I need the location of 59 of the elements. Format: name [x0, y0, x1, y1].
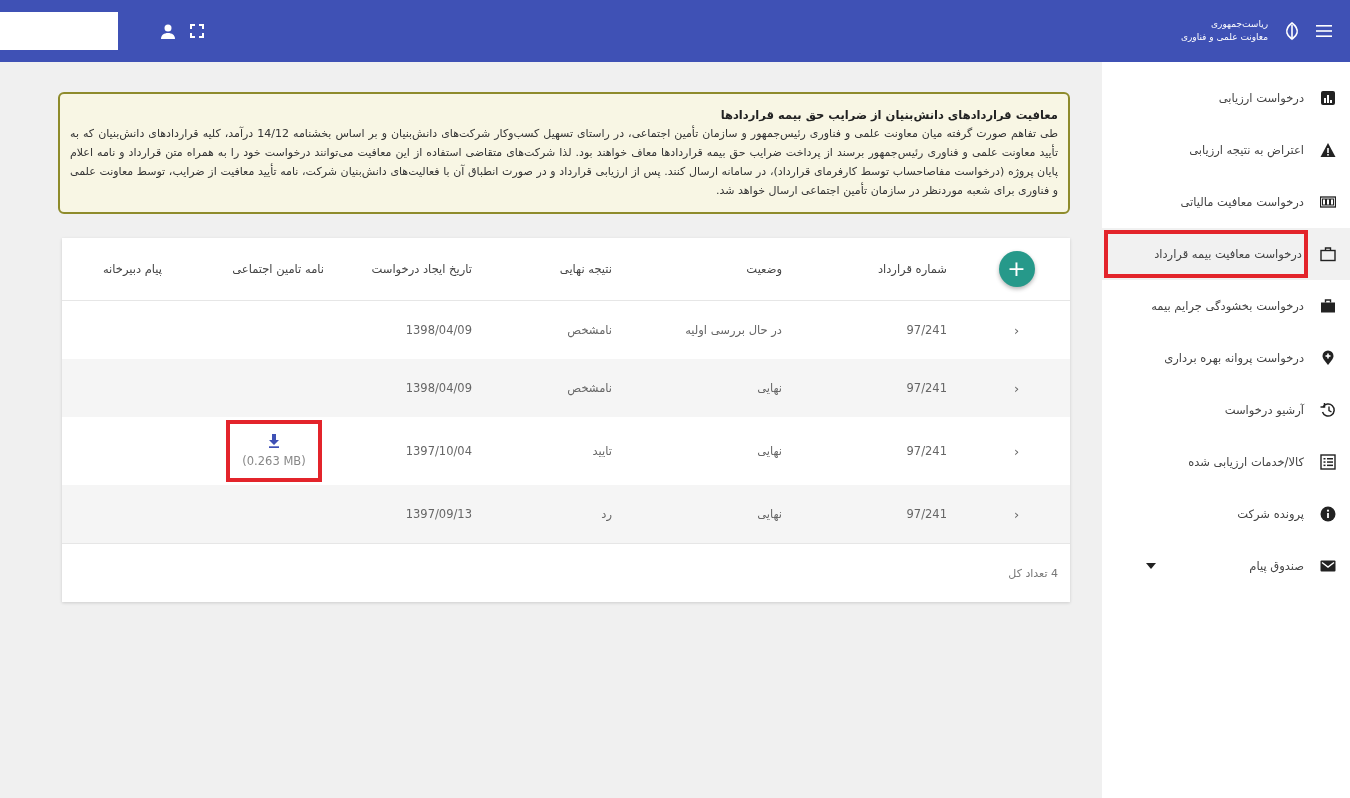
table-cell: 1397/10/04 [405, 444, 472, 458]
counter-icon [1320, 194, 1336, 210]
table-cell: نامشخص [567, 323, 612, 337]
list-icon [1320, 454, 1336, 470]
column-header: شماره قرارداد [877, 262, 947, 276]
menu-icon[interactable] [1316, 25, 1332, 37]
sidebar-item[interactable]: درخواست پروانه بهره برداری [1102, 332, 1350, 384]
table-cell: 1398/04/09 [405, 323, 472, 337]
briefcase-icon [1320, 246, 1336, 262]
history-icon [1320, 402, 1336, 418]
table-cell: تایید [592, 444, 612, 458]
sidebar-item[interactable]: درخواست ارزیابی [1102, 72, 1350, 124]
table-cell: نهایی [757, 381, 782, 395]
table-cell: در حال بررسی اولیه [685, 323, 782, 337]
expand-toggle[interactable]: ‹ [1013, 322, 1020, 338]
briefcase-icon [1320, 298, 1336, 314]
total-count: 4 تعداد کل [1008, 566, 1058, 580]
caret-icon[interactable] [1146, 563, 1156, 569]
expand-toggle[interactable]: ‹ [1013, 443, 1020, 459]
map-pin-icon [1320, 350, 1336, 366]
fullscreen-icon[interactable] [190, 24, 204, 38]
column-header: نتیجه نهایی [559, 262, 612, 276]
user-icon[interactable] [160, 23, 176, 39]
table-cell: نهایی [757, 444, 782, 458]
notice-text: طی تفاهم صورت گرفته میان معاونت علمی و فناوری رئیس‌جمهور و سازمان تأمین اجتماعی، در راستای تسهیل کسب‌وکار شرکت‌های دانش‌بنیان و بر اساس بخشنامه 14/12 درآمد، کلیه قراردادهای دانش‌بنیان که به تأیید معاونت علمی و فناوری رئیس‌جمهور برسند از پرداخت ضرایب حق بیمه قراردادها معاف خواهند بود. لذا شرکت‌های متقاضی استفاده از این معافیت می‌توانند درخواست خود را به همراه متن قرارداد و نامه اعلام پایان پروژه (درخواست مفاصاحساب توسط کارفرمای قرارداد)، در سامانه ارسال کنند. پس از ارزیابی قرارداد و در صورت انطباق آن با فعالیت‌های دانش‌بنیان شرکت، نامه تأیید معافیت از ضرایب، توسط معاونت علمی و فناوری برای شعبه موردنظر در سازمان تأمین اجتماعی ارسال خواهد شد. [70, 124, 1058, 199]
info-icon [1320, 506, 1336, 522]
table-cell: رد [601, 507, 612, 521]
file-size: (0.263 MB) [242, 454, 306, 468]
table-cell: 1398/04/09 [405, 381, 472, 395]
column-header: تاریخ ایجاد درخواست [371, 262, 472, 276]
sidebar-item[interactable]: کالا/خدمات ارزیابی شده [1102, 436, 1350, 488]
sidebar-item[interactable]: درخواست بخشودگی جرایم بیمه [1102, 280, 1350, 332]
input-field[interactable] [0, 12, 118, 50]
warning-icon [1320, 142, 1336, 158]
column-header: وضعیت [746, 262, 782, 276]
sidebar-item[interactable]: پرونده شرکت [1102, 488, 1350, 540]
table-cell: نهایی [757, 507, 782, 521]
table-cell: 97/241 [906, 444, 947, 458]
table-cell: 97/241 [906, 381, 947, 395]
table-cell: نامشخص [567, 381, 612, 395]
table-cell: 97/241 [906, 323, 947, 337]
expand-toggle[interactable]: ‹ [1013, 380, 1020, 396]
notice-title: معافیت قراردادهای دانش‌بنیان از ضرایب حق بیمه قراردادها [719, 108, 1058, 122]
download-icon[interactable] [268, 434, 280, 448]
sidebar-item[interactable]: درخواست معافیت بیمه قرارداد [1102, 228, 1350, 280]
sidebar-item[interactable]: درخواست معافیت مالیاتی [1102, 176, 1350, 228]
sidebar-item[interactable]: صندوق پیام [1102, 540, 1350, 592]
column-header: پیام دبیرخانه [102, 262, 162, 276]
envelope-icon [1320, 558, 1336, 574]
column-header: نامه تامین اجتماعی [232, 262, 324, 276]
add-button[interactable]: + [998, 251, 1035, 287]
sidebar-item[interactable]: اعتراض به نتیجه ارزیابی [1102, 124, 1350, 176]
bar-chart-icon [1320, 90, 1336, 106]
brand-line: ریاست‌جمهوری [1210, 18, 1268, 31]
table-cell: 1397/09/13 [405, 507, 472, 521]
sidebar-item[interactable]: آرشیو درخواست [1102, 384, 1350, 436]
table-cell: 97/241 [906, 507, 947, 521]
brand-line: معاونت علمی و فناوری [1180, 31, 1268, 44]
expand-toggle[interactable]: ‹ [1013, 506, 1020, 522]
